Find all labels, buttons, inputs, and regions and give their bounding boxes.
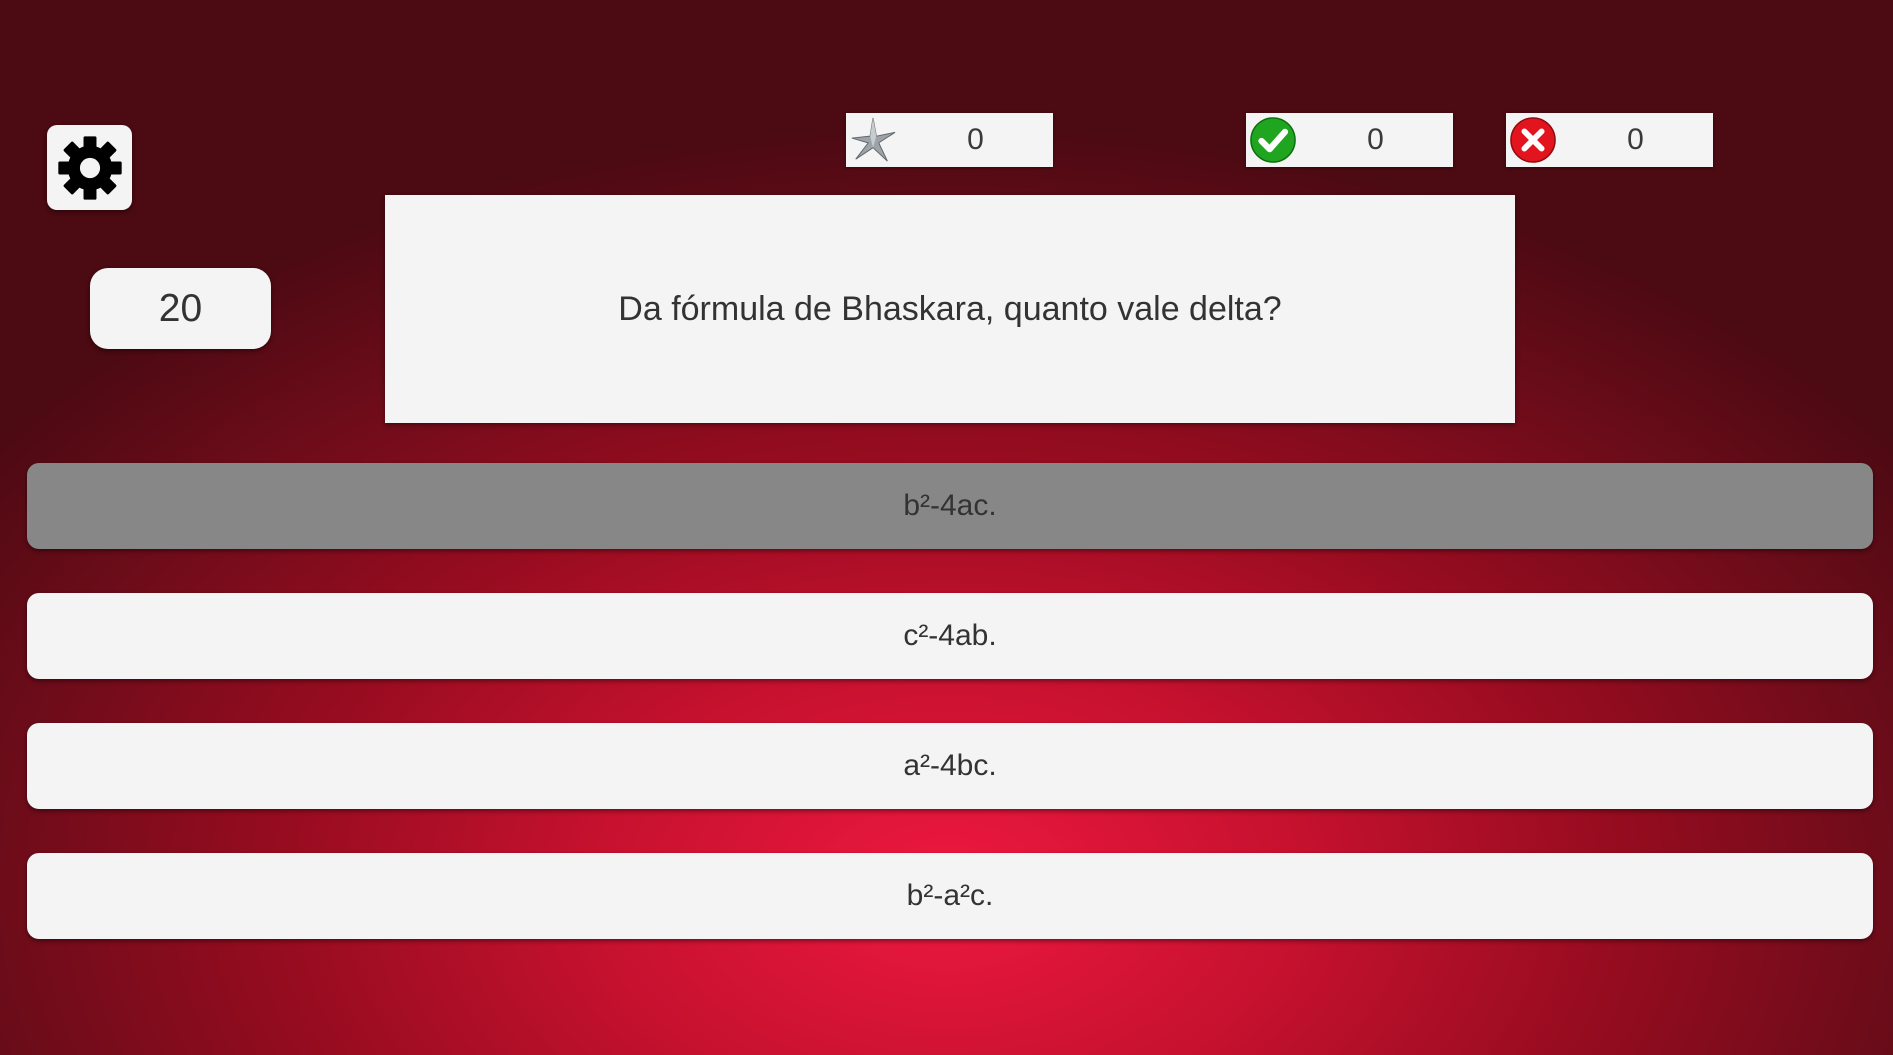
gear-icon bbox=[57, 135, 122, 200]
star-score-value: 0 bbox=[967, 123, 984, 156]
timer-display: 20 bbox=[90, 268, 271, 349]
wrong-score-value: 0 bbox=[1627, 123, 1644, 156]
answer-option-3[interactable]: a²-4bc. bbox=[27, 723, 1873, 809]
answer-label: b²-a²c. bbox=[906, 879, 994, 912]
check-circle-icon bbox=[1248, 115, 1298, 165]
correct-score: 0 bbox=[1246, 113, 1453, 167]
star-icon bbox=[848, 115, 898, 165]
correct-score-value: 0 bbox=[1367, 123, 1384, 156]
timer-value: 20 bbox=[158, 286, 203, 330]
answer-option-2[interactable]: c²-4ab. bbox=[27, 593, 1873, 679]
star-score: 0 bbox=[846, 113, 1053, 167]
answer-option-4[interactable]: b²-a²c. bbox=[27, 853, 1873, 939]
settings-button[interactable] bbox=[47, 125, 132, 210]
wrong-score: 0 bbox=[1506, 113, 1713, 167]
answer-label: a²-4bc. bbox=[903, 749, 997, 782]
answer-label: c²-4ab. bbox=[903, 619, 997, 652]
question-text: Da fórmula de Bhaskara, quanto vale delt… bbox=[618, 289, 1282, 328]
answer-label: b²-4ac. bbox=[903, 489, 997, 522]
question-panel: Da fórmula de Bhaskara, quanto vale delt… bbox=[385, 195, 1515, 423]
x-circle-icon bbox=[1508, 115, 1558, 165]
answer-option-1[interactable]: b²-4ac. bbox=[27, 463, 1873, 549]
